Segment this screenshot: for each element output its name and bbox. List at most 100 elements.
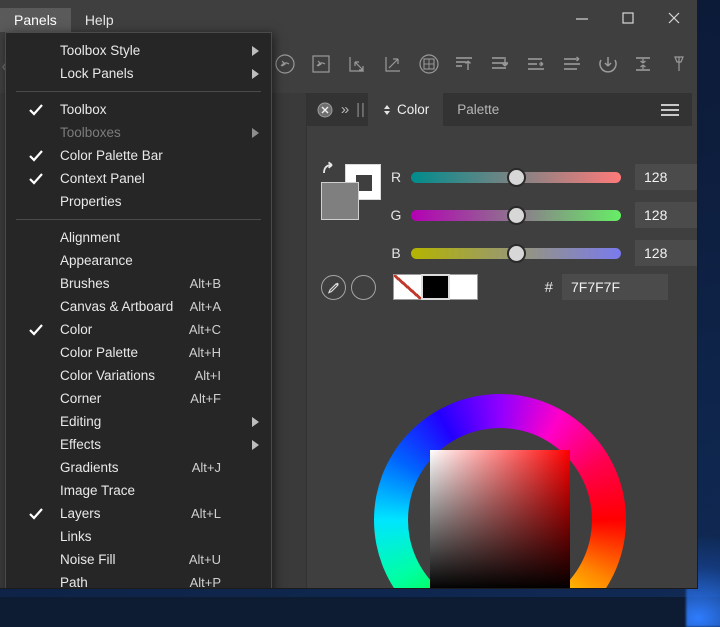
distribute-icon[interactable]	[555, 47, 589, 81]
menu-item-effects-label: Effects	[60, 437, 102, 452]
menu-item-noise-fill[interactable]: Noise Fill Alt+U	[6, 548, 271, 571]
align-top-icon[interactable]	[447, 47, 481, 81]
transform-frame-icon[interactable]	[304, 47, 338, 81]
color-picker-circle-icon[interactable]	[351, 274, 376, 300]
saturation-value-square[interactable]	[429, 450, 570, 588]
move-inside-icon[interactable]	[340, 47, 374, 81]
menu-item-color-variations[interactable]: Color Variations Alt+I	[6, 364, 271, 387]
check-icon	[28, 506, 44, 522]
check-icon	[28, 102, 44, 118]
menu-item-alignment[interactable]: Alignment	[6, 226, 271, 249]
menu-item-links[interactable]: Links	[6, 525, 271, 548]
white-swatch[interactable]	[449, 274, 478, 300]
channel-knob-r[interactable]	[506, 167, 526, 187]
channel-value-r[interactable]: 128	[635, 164, 697, 190]
application-root: Panels Help » || Color Palette R 128 G 1…	[0, 0, 720, 627]
black-swatch[interactable]	[421, 274, 450, 300]
align-bottom-icon[interactable]	[519, 47, 553, 81]
hex-row: # 7F7F7F	[545, 274, 668, 300]
distribute-vertical-icon[interactable]	[626, 47, 660, 81]
menu-item-path-label: Path	[60, 575, 88, 589]
menu-item-toolboxes: Toolboxes	[6, 121, 271, 144]
reset-transform-icon[interactable]	[268, 47, 302, 81]
expand-chevrons-icon[interactable]: »	[336, 93, 354, 126]
menubar-item-help[interactable]: Help	[71, 8, 128, 32]
menu-item-properties[interactable]: Properties	[6, 190, 271, 213]
submenu-arrow-icon	[252, 439, 259, 450]
menu-item-path[interactable]: Path Alt+P	[6, 571, 271, 589]
maximize-button[interactable]	[605, 0, 651, 35]
menu-item-properties-label: Properties	[60, 194, 122, 209]
maximize-icon	[621, 11, 635, 25]
menu-item-color-palette-bar[interactable]: Color Palette Bar	[6, 144, 271, 167]
color-wheel[interactable]	[373, 394, 626, 588]
menu-item-corner-label: Corner	[60, 391, 102, 406]
hex-sign-label: #	[544, 278, 553, 296]
channel-knob-g[interactable]	[506, 205, 526, 225]
menu-item-appearance[interactable]: Appearance	[6, 249, 271, 272]
menu-item-corner[interactable]: Corner Alt+F	[6, 387, 271, 410]
channel-slider-r[interactable]	[411, 167, 621, 187]
hex-input[interactable]: 7F7F7F	[562, 274, 668, 300]
channel-slider-b[interactable]	[411, 243, 621, 263]
eyedropper-icon[interactable]	[321, 274, 346, 300]
channel-value-b[interactable]: 128	[635, 240, 697, 266]
menu-item-canvas-artboard-label: Canvas & Artboard	[60, 299, 174, 314]
submenu-arrow-icon	[252, 127, 259, 138]
panel-close-icon[interactable]	[314, 93, 336, 126]
channel-value-g[interactable]: 128	[635, 202, 697, 228]
tab-color[interactable]: Color	[368, 93, 444, 126]
menu-item-color[interactable]: Color Alt+C	[6, 318, 271, 341]
channel-label-b: B	[391, 245, 401, 261]
menu-item-color-palette[interactable]: Color Palette Alt+H	[6, 341, 271, 364]
title-bar: Panels Help	[0, 0, 697, 35]
menu-item-layers-accel: Alt+L	[191, 506, 221, 521]
pin-icon[interactable]	[662, 47, 696, 81]
fill-swatch[interactable]	[321, 182, 359, 220]
menu-item-layers[interactable]: Layers Alt+L	[6, 502, 271, 525]
channel-label-g: G	[390, 207, 402, 223]
menu-item-noise-fill-label: Noise Fill	[60, 552, 116, 567]
menu-item-links-label: Links	[60, 529, 92, 544]
menu-item-brushes[interactable]: Brushes Alt+B	[6, 272, 271, 295]
channel-slider-g[interactable]	[411, 205, 621, 225]
menu-item-toolbox-style-label: Toolbox Style	[60, 43, 141, 58]
swap-fill-stroke-icon[interactable]	[321, 161, 339, 179]
move-outside-icon[interactable]	[376, 47, 410, 81]
menu-item-appearance-label: Appearance	[60, 253, 133, 268]
tab-palette[interactable]: Palette	[443, 93, 513, 126]
menu-item-brushes-accel: Alt+B	[189, 276, 221, 291]
panel-menu-icon[interactable]	[658, 93, 682, 126]
menu-item-corner-accel: Alt+F	[190, 391, 221, 406]
minimize-button[interactable]	[559, 0, 605, 35]
menu-item-gradients[interactable]: Gradients Alt+J	[6, 456, 271, 479]
close-button[interactable]	[651, 0, 697, 35]
none-swatch[interactable]	[393, 274, 422, 300]
channel-row-g: G 128	[387, 202, 697, 228]
dock-grip-handle[interactable]: ||	[354, 93, 368, 126]
menu-item-toolbox[interactable]: Toolbox	[6, 98, 271, 121]
menu-item-toolbox-style[interactable]: Toolbox Style	[6, 39, 271, 62]
menu-item-context-panel-label: Context Panel	[60, 171, 145, 186]
anchor-down-icon[interactable]	[591, 47, 625, 81]
close-icon	[667, 11, 681, 25]
menu-item-toolbox-label: Toolbox	[60, 102, 107, 117]
quick-swatches	[393, 274, 478, 300]
menu-separator	[16, 219, 261, 220]
menu-item-editing[interactable]: Editing	[6, 410, 271, 433]
menubar-item-panels[interactable]: Panels	[0, 8, 71, 32]
submenu-arrow-icon	[252, 45, 259, 56]
menu-item-effects[interactable]: Effects	[6, 433, 271, 456]
menu-item-image-trace[interactable]: Image Trace	[6, 479, 271, 502]
menu-item-path-accel: Alt+P	[189, 575, 221, 589]
channel-knob-b[interactable]	[506, 243, 526, 263]
menu-item-canvas-artboard[interactable]: Canvas & Artboard Alt+A	[6, 295, 271, 318]
align-vertical-icon[interactable]	[483, 47, 517, 81]
menu-item-lock-panels[interactable]: Lock Panels	[6, 62, 271, 85]
menu-item-gradients-label: Gradients	[60, 460, 119, 475]
menu-item-color-variations-label: Color Variations	[60, 368, 156, 383]
menu-item-context-panel[interactable]: Context Panel	[6, 167, 271, 190]
menu-item-color-accel: Alt+C	[188, 322, 221, 337]
grid-frame-icon[interactable]	[412, 47, 446, 81]
swatch-row	[321, 274, 478, 300]
